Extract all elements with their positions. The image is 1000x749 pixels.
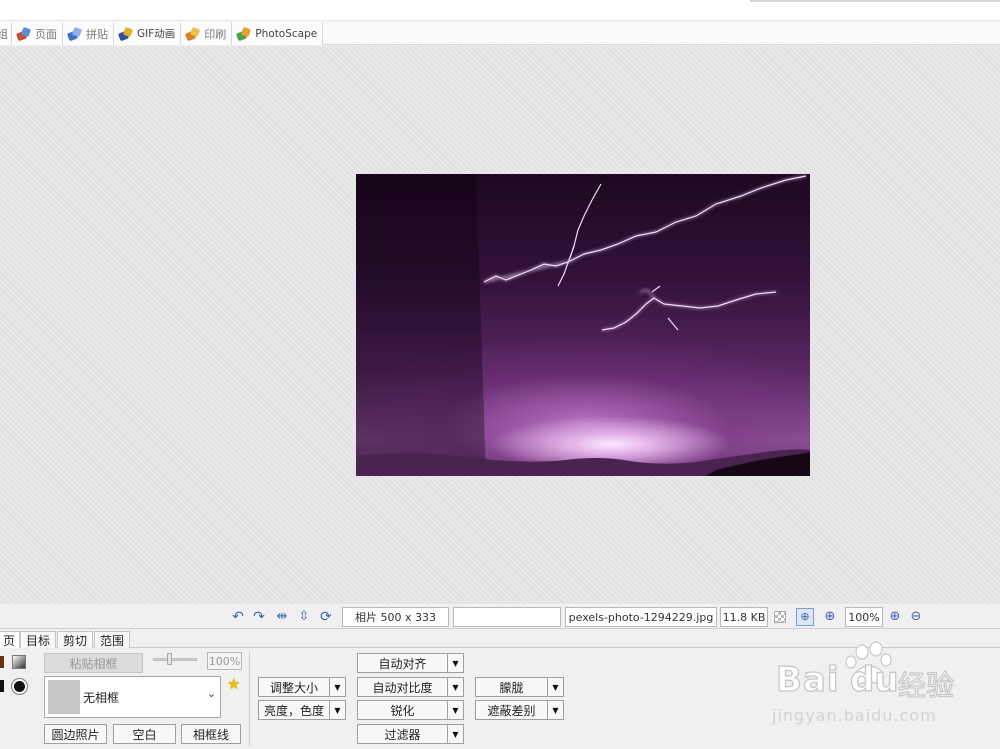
navigation-bar: ↶ ↷ ⇹ ⇳ ⟳ 相片 500 x 333 pexels-photo-1294… [0,604,1000,629]
color-icon[interactable] [0,656,4,668]
refresh-icon[interactable]: ⟳ [318,609,334,625]
filesize-field: 11.8 KB [720,607,768,627]
frame-thumbnail [48,680,80,714]
checker-icon[interactable] [772,609,788,625]
photoscape-icon [236,26,252,41]
zoom-in-icon[interactable]: ⊕ [887,609,903,625]
zoom-fit-icon[interactable]: ⊕ [796,608,814,626]
gif-icon [117,26,134,41]
tool-panel: 粘贴相框 100% 无相框 ⌄ ★ 圆边照片 空白 相框线 调整大小 ▼ 亮度，… [0,648,1000,749]
brightness-dropdown[interactable]: ▼ [329,700,346,720]
bottom-tab-bar: 页 目标 剪切 范围 [0,630,1000,649]
frame-select-value: 无相框 [83,691,120,705]
editor-canvas[interactable] [0,46,1000,604]
filter-button[interactable]: 过滤器 [357,724,448,744]
lightning-image [356,174,810,476]
filter-dropdown[interactable]: ▼ [447,724,464,744]
tab-print[interactable]: 印刷 [181,22,233,45]
section-divider [249,652,250,746]
auto-align-dropdown[interactable]: ▼ [447,653,464,673]
rotate-right-icon[interactable]: ↷ [251,609,267,625]
tab-photoscape[interactable]: PhotoScape [232,22,324,45]
photo-size-field: 相片 500 x 333 [342,607,449,627]
zoom-field[interactable]: 100% [845,607,883,627]
tab-page[interactable]: 页面 [12,22,63,45]
tab-gif[interactable]: GIF动画 [114,22,182,45]
zoom-out-icon[interactable]: ⊖ [908,609,924,625]
resize-dropdown[interactable]: ▼ [329,677,346,697]
blank-button[interactable]: 空白 [113,724,176,744]
star-icon[interactable]: ★ [227,675,240,693]
brightness-button[interactable]: 亮度，色度 [258,700,330,720]
black-icon[interactable] [0,680,4,692]
tab-home[interactable]: 页 [0,631,20,649]
backlight-dropdown[interactable]: ▼ [547,700,564,720]
blur-button[interactable]: 朦胧 [475,677,548,697]
frame-line-button[interactable]: 相框线 [181,724,241,744]
round-photo-button[interactable]: 圆边照片 [44,724,107,744]
tab-object[interactable]: 目标 [20,631,56,648]
zoom-actual-icon[interactable]: ⊕ [822,609,838,625]
tab-region[interactable]: 范围 [94,631,130,648]
info-field [453,607,561,627]
tab-label: 印刷 [204,27,227,41]
tab-crop[interactable]: 剪切 [57,631,93,648]
rotate-left-icon[interactable]: ↶ [230,609,246,625]
tab-label: 页面 [35,27,57,41]
tab-group[interactable]: 组 [0,22,12,45]
frame-select[interactable]: 无相框 ⌄ [44,676,221,718]
tab-label: 拼贴 [86,27,108,41]
auto-align-button[interactable]: 自动对齐 [357,653,448,673]
filename-field: pexels-photo-1294229.jpg [565,607,717,627]
flip-horizontal-icon[interactable]: ⇹ [274,609,290,625]
resize-button[interactable]: 调整大小 [258,677,330,697]
sharpen-dropdown[interactable]: ▼ [447,700,464,720]
frame-slider-thumb[interactable] [167,653,172,665]
paste-frame-button[interactable]: 粘贴相框 [44,653,143,673]
blur-dropdown[interactable]: ▼ [547,677,564,697]
tab-label: 组 [0,27,8,41]
photo-preview[interactable] [356,174,810,476]
chevron-down-icon: ⌄ [206,687,216,700]
auto-contrast-button[interactable]: 自动对比度 [357,677,448,697]
main-tab-bar: 组 页面 拼贴 GIF动画 印刷 PhotoScape [0,21,1000,45]
sharpen-button[interactable]: 锐化 [357,700,448,720]
gradient-icon[interactable] [12,655,26,669]
combine-icon [66,26,83,41]
auto-contrast-dropdown[interactable]: ▼ [447,677,464,697]
title-strip [0,0,1000,21]
backlight-button[interactable]: 遮蔽差别 [475,700,548,720]
slider-value-field[interactable]: 100% [207,652,242,670]
tab-label: PhotoScape [255,27,318,40]
tab-label: GIF动画 [137,28,176,40]
circle-icon[interactable] [12,679,27,694]
print-icon [185,26,201,41]
frame-slider-track[interactable] [153,653,197,665]
page-icon [15,26,32,41]
flip-vertical-icon[interactable]: ⇳ [296,609,312,625]
tab-combine[interactable]: 拼贴 [63,22,114,45]
